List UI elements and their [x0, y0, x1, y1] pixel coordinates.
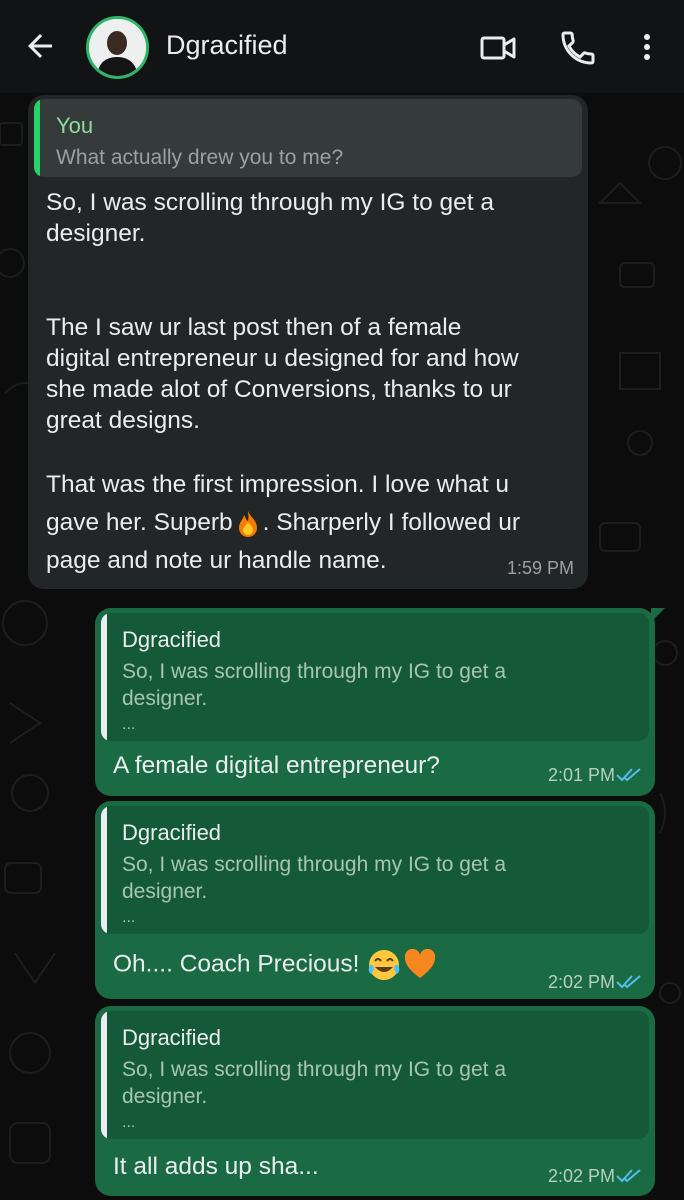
quote-accent-bar — [101, 806, 107, 934]
outgoing-message-bubble[interactable]: Dgracified So, I was scrolling through m… — [95, 801, 655, 999]
quote-accent-bar — [101, 1011, 107, 1139]
chat-area[interactable]: You What actually drew you to me? So, I … — [0, 93, 684, 1200]
message-text: It all adds up sha... — [113, 1153, 319, 1180]
message-line: That was the first impression. I love wh… — [46, 471, 509, 498]
message-timestamp: 2:02 PM — [547, 972, 615, 992]
quote-text: So, I was scrolling through my IG to get… — [122, 658, 632, 712]
read-receipt-icon — [616, 1169, 641, 1183]
quote-line: designer. — [122, 1085, 208, 1108]
message-timestamp: 1:59 PM — [506, 558, 574, 578]
quote-accent-bar — [34, 99, 40, 177]
message-text: Oh.... Coach Precious! — [113, 947, 438, 983]
message-line: The I saw ur last post then of a female — [46, 314, 462, 341]
quote-author: Dgracified — [122, 1025, 222, 1050]
back-arrow-icon[interactable] — [22, 28, 58, 64]
incoming-message-bubble[interactable]: You What actually drew you to me? So, I … — [28, 95, 588, 589]
bubble-tail — [651, 608, 665, 622]
contact-name[interactable]: Dgracified — [166, 30, 288, 61]
quote-line: designer. — [122, 687, 208, 710]
more-options-icon[interactable] — [632, 28, 662, 68]
avatar-photo — [89, 19, 146, 76]
message-line: great designs. — [46, 407, 200, 434]
quote-ellipsis: ... — [122, 716, 136, 733]
message-timestamp: 2:01 PM — [547, 765, 615, 785]
quote-line: So, I was scrolling through my IG to get… — [122, 853, 507, 876]
quote-text: So, I was scrolling through my IG to get… — [122, 1056, 632, 1110]
quote-line: So, I was scrolling through my IG to get… — [122, 1058, 507, 1081]
quote-ellipsis: ... — [122, 1114, 136, 1131]
message-line-part: gave her. Superb — [46, 509, 233, 536]
quoted-reply[interactable]: Dgracified So, I was scrolling through m… — [101, 806, 649, 934]
quote-author: Dgracified — [122, 627, 222, 652]
quote-author: Dgracified — [122, 820, 222, 845]
quoted-reply[interactable]: Dgracified So, I was scrolling through m… — [101, 613, 649, 741]
message-line: digital entrepreneur u designed for and … — [46, 345, 519, 372]
read-receipt-icon — [616, 975, 641, 989]
message-line: designer. — [46, 220, 146, 247]
message-line: page and note ur handle name. — [46, 547, 387, 574]
message-line-part: . Sharperly I followed ur — [262, 509, 520, 536]
message-text: A female digital entrepreneur? — [113, 752, 440, 779]
read-receipt-icon — [616, 768, 641, 782]
voice-call-icon[interactable] — [558, 28, 598, 68]
fire-emoji-icon — [238, 510, 257, 537]
quoted-reply[interactable]: You What actually drew you to me? — [34, 99, 582, 177]
message-line: So, I was scrolling through my IG to get… — [46, 189, 495, 216]
quote-text: What actually drew you to me? — [56, 146, 344, 169]
quote-text: So, I was scrolling through my IG to get… — [122, 851, 632, 905]
video-call-icon[interactable] — [478, 28, 518, 68]
quote-ellipsis: ... — [122, 909, 136, 926]
message-line: gave her. Superb . Sharperly I followed … — [46, 507, 566, 539]
quote-line: So, I was scrolling through my IG to get… — [122, 660, 507, 683]
orange-heart-emoji-icon — [405, 948, 436, 978]
chat-header: Dgracified — [0, 0, 684, 93]
quote-line: designer. — [122, 880, 208, 903]
message-line: she made alot of Conversions, thanks to … — [46, 376, 512, 403]
message-text-part: Oh.... Coach Precious! — [113, 950, 360, 978]
contact-avatar[interactable] — [86, 16, 149, 79]
quote-accent-bar — [101, 613, 107, 741]
quote-author: You — [56, 113, 94, 138]
outgoing-message-bubble[interactable]: Dgracified So, I was scrolling through m… — [95, 1006, 655, 1196]
tears-of-joy-emoji-icon — [369, 950, 400, 980]
quoted-reply[interactable]: Dgracified So, I was scrolling through m… — [101, 1011, 649, 1139]
outgoing-message-bubble[interactable]: Dgracified So, I was scrolling through m… — [95, 608, 665, 796]
message-timestamp: 2:02 PM — [547, 1166, 615, 1186]
